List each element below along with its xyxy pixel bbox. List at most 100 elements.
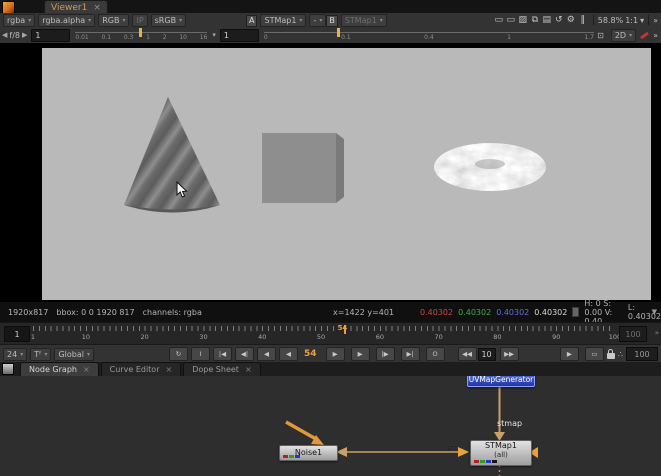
- gain-input[interactable]: 1: [31, 28, 71, 42]
- wipe-compare-icon[interactable]: ⧉: [529, 14, 541, 27]
- range-mode-dropdown[interactable]: Global ▾: [54, 347, 95, 361]
- node-noise1[interactable]: Noise1: [279, 445, 338, 461]
- fps-dropdown[interactable]: 24 ▾: [3, 347, 28, 361]
- fstop-next-button[interactable]: ▶: [20, 31, 29, 39]
- channels-dropdown[interactable]: rgba ▾: [3, 13, 36, 27]
- frame-ruler[interactable]: 1 10 20 30 40 50 60 70 80 90 100 54: [31, 324, 621, 343]
- close-icon[interactable]: ×: [166, 365, 173, 374]
- tab-label: Curve Editor: [109, 365, 160, 374]
- goto-start-button[interactable]: |◀: [213, 347, 233, 361]
- monitor-output-icon[interactable]: ▭: [493, 14, 505, 27]
- range-start-input[interactable]: 1: [4, 326, 30, 342]
- gamma-toggle-icon[interactable]: ▾: [210, 31, 218, 39]
- range-end-input[interactable]: 100: [619, 326, 647, 342]
- lock-range-icon[interactable]: [606, 349, 615, 359]
- node-graph-panel[interactable]: UVMapGenerator stmap src STMap1 (all) No…: [0, 376, 661, 476]
- nuke-window: Viewer1 × rgba ▾ rgba.alpha ▾ RGB ▾ IP s…: [0, 0, 661, 476]
- gamma-input[interactable]: 1: [219, 28, 259, 42]
- overflow-chevron-icon[interactable]: »: [653, 16, 658, 25]
- node-stmap1[interactable]: STMap1 (all): [470, 440, 532, 466]
- cube-object: [262, 133, 344, 203]
- layer-dropdown[interactable]: rgba.alpha ▾: [38, 13, 96, 27]
- playhead-marker[interactable]: [343, 325, 346, 334]
- slider-track: [263, 32, 594, 33]
- goto-end-button[interactable]: ▶|: [400, 347, 420, 361]
- divider: [648, 15, 650, 25]
- zoom-level-value[interactable]: 58.8%: [598, 16, 623, 25]
- close-icon[interactable]: ×: [83, 365, 90, 374]
- channels-value: rgba: [7, 15, 26, 25]
- play-forward-button[interactable]: ▶: [350, 347, 370, 361]
- fps-value: 24: [7, 349, 18, 359]
- view-mode-dropdown[interactable]: 2D ▾: [610, 28, 637, 42]
- playback-mode-icon[interactable]: ▶: [559, 347, 579, 361]
- viewer-canvas[interactable]: [0, 43, 661, 302]
- next-keyframe-button[interactable]: |▶: [375, 347, 395, 361]
- time-display-dropdown[interactable]: Tᶠ ▾: [30, 347, 52, 361]
- slider-tick-label: 1: [507, 34, 511, 41]
- node-connections: [285, 384, 538, 476]
- chevron-down-icon[interactable]: ▼: [652, 308, 657, 316]
- step-forward-button[interactable]: ▶: [325, 347, 345, 361]
- display-mode-dropdown[interactable]: RGB ▾: [98, 13, 130, 27]
- divider: [592, 15, 594, 25]
- gain-slider[interactable]: 0.01 0.1 0.3 1 2 10 16: [75, 28, 208, 42]
- frame-increment-input[interactable]: 10: [477, 347, 496, 361]
- input-b-dropdown[interactable]: STMap1 ▾: [340, 14, 387, 27]
- gate-display-icon[interactable]: ⊡: [597, 31, 604, 40]
- viewer-tab[interactable]: Viewer1 ×: [44, 0, 108, 14]
- loop-mode-button[interactable]: ↻: [169, 347, 189, 361]
- timeline-tick-label: 20: [140, 333, 149, 341]
- chevron-down-icon: ▾: [87, 350, 91, 358]
- gamma-slider-handle[interactable]: [336, 28, 340, 37]
- checkerboard-background-icon[interactable]: ▨: [517, 14, 529, 27]
- colorspace-dropdown[interactable]: sRGB ▾: [150, 13, 187, 27]
- tab-node-graph[interactable]: Node Graph ×: [20, 362, 99, 376]
- proxy-mode-icon[interactable]: ▤: [541, 14, 553, 27]
- timeline[interactable]: 1 1 10 20 30 40 50 60 70 80 90 100 54 100 »: [0, 322, 661, 345]
- gain-slider-handle[interactable]: [138, 28, 142, 37]
- pixel-ratio-value[interactable]: 1:1: [625, 16, 638, 25]
- input-process-toggle[interactable]: IP: [132, 13, 148, 27]
- overflow-chevron-icon[interactable]: »: [653, 31, 658, 40]
- timeline-zoom-input[interactable]: 100: [626, 347, 658, 361]
- out-point-button[interactable]: O: [425, 347, 445, 361]
- chevron-down-icon[interactable]: ▾: [640, 16, 644, 25]
- fstop-prev-button[interactable]: ◀: [0, 31, 9, 39]
- pause-icon[interactable]: ‖: [577, 14, 589, 27]
- step-backward-button[interactable]: ◀: [279, 347, 299, 361]
- node-label: UVMapGenerator: [468, 376, 534, 384]
- tab-curve-editor[interactable]: Curve Editor ×: [100, 362, 182, 376]
- settings-icon[interactable]: ⚙: [565, 14, 577, 27]
- close-icon[interactable]: ×: [93, 3, 101, 13]
- viewer-toolbar-icons: ▭ ▭ ▨ ⧉ ▤ ↺ ⚙ ‖ 58.8% 1:1 ▾ »: [493, 13, 658, 27]
- refresh-icon[interactable]: ↺: [553, 14, 565, 27]
- play-backward-button[interactable]: ◀: [257, 347, 277, 361]
- gamma-slider[interactable]: 0 0.1 0.4 1 1.7: [263, 28, 594, 42]
- roi-pen-icon[interactable]: [640, 31, 650, 39]
- pane-menu-icon[interactable]: [2, 363, 14, 375]
- timeline-tick-label: 30: [199, 333, 208, 341]
- in-point-button[interactable]: I: [191, 347, 211, 361]
- overflow-chevron-icon[interactable]: »: [655, 329, 659, 337]
- icon-strip: ▭ ▭ ▨ ⧉ ▤ ↺ ⚙ ‖: [493, 14, 589, 27]
- mouse-cursor: [176, 181, 188, 198]
- prev-keyframe-button[interactable]: ◀|: [235, 347, 255, 361]
- bbox-readout: bbox: 0 0 1920 817: [56, 307, 135, 317]
- input-a-dropdown[interactable]: STMap1 ▾: [260, 14, 307, 27]
- chevron-down-icon: ▾: [319, 17, 323, 24]
- fstop-label[interactable]: f/8: [9, 31, 20, 40]
- transport-buttons-left: ↻ I |◀ ◀| ◀ ◀: [166, 347, 299, 361]
- skip-back-button[interactable]: ◀◀: [457, 347, 477, 361]
- tab-dope-sheet[interactable]: Dope Sheet ×: [183, 362, 261, 376]
- close-icon[interactable]: ×: [245, 365, 252, 374]
- flipbook-icon[interactable]: ▭: [584, 347, 604, 361]
- src-input-label: src: [447, 444, 458, 452]
- transport-bar: 24 ▾ Tᶠ ▾ Global ▾ ↻ I |◀ ◀| ◀ ◀ 54 ▶ ▶ |▶ ▶| O ◀…: [0, 344, 661, 363]
- blend-mode-dropdown[interactable]: - ▾: [309, 14, 327, 27]
- current-frame-display[interactable]: 54: [304, 349, 317, 359]
- skip-forward-button[interactable]: ▶▶: [499, 347, 519, 361]
- rendered-image[interactable]: [42, 48, 651, 300]
- node-uvmapgenerator[interactable]: UVMapGenerator: [467, 376, 535, 387]
- float-window-icon[interactable]: ▭: [505, 14, 517, 27]
